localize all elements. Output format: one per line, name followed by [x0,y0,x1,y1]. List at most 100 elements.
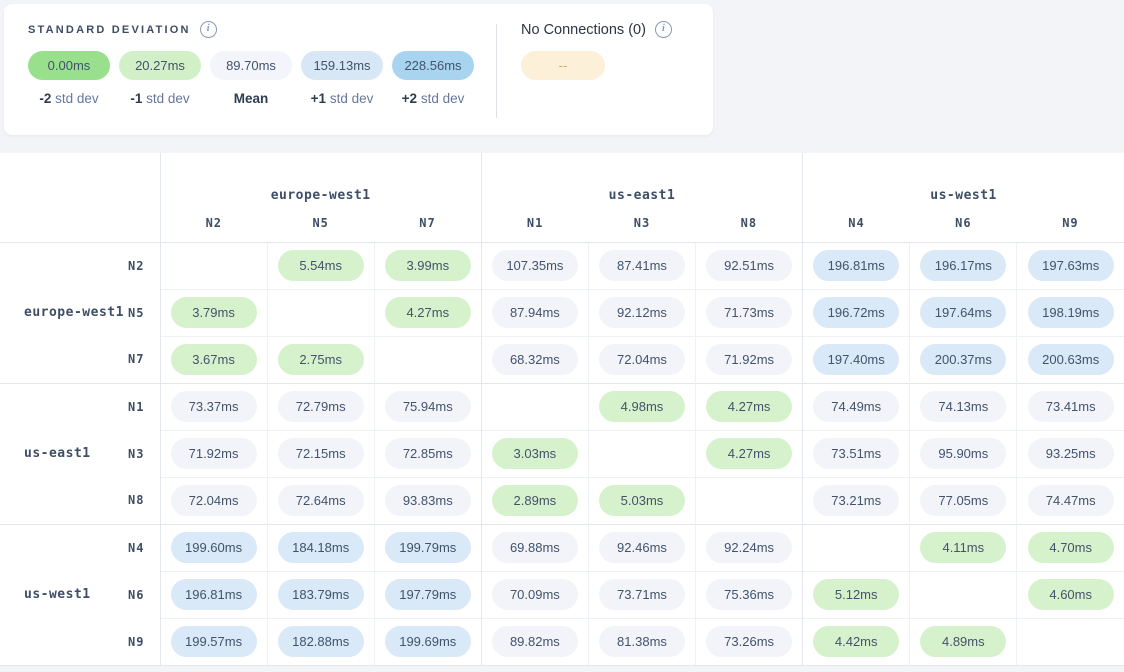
latency-value-pill: 72.04ms [171,485,257,516]
row-header: N4 [0,524,160,571]
latency-value-pill: 196.81ms [171,579,257,610]
latency-cell-self [267,289,374,336]
legend-item: 20.27ms-1 std dev [119,51,201,106]
latency-value-pill: 2.75ms [278,344,364,375]
latency-cell: 5.54ms [267,242,374,289]
latency-cell: 72.64ms [267,477,374,524]
latency-value-pill: 200.37ms [920,344,1006,375]
latency-value-pill: 199.69ms [385,626,471,657]
latency-cell: 199.60ms [160,524,267,571]
latency-value-pill: 75.94ms [385,391,471,422]
region-column-header: us-west1 [803,153,1124,205]
legend-item: 228.56ms+2 std dev [392,51,474,106]
legend-label: Mean [210,91,292,106]
info-icon[interactable]: i [200,21,217,38]
node-column-header: N7 [374,205,481,242]
latency-cell: 3.79ms [160,289,267,336]
legend-label: +2 std dev [392,91,474,106]
latency-cell: 199.69ms [374,618,481,665]
legend-label: -1 std dev [119,91,201,106]
latency-value-pill: 81.38ms [599,626,685,657]
latency-cell: 2.89ms [481,477,588,524]
latency-cell: 200.37ms [910,336,1017,383]
legend-pill-row: 0.00ms-2 std dev20.27ms-1 std dev89.70ms… [28,51,474,106]
legend-card: STANDARD DEVIATION i 0.00ms-2 std dev20.… [4,4,713,135]
node-row-label: N1 [128,400,144,414]
latency-value-pill: 89.82ms [492,626,578,657]
latency-value-pill: 73.51ms [813,438,899,469]
latency-cell: 4.11ms [910,524,1017,571]
latency-cell: 3.99ms [374,242,481,289]
latency-cell: 199.57ms [160,618,267,665]
std-dev-legend: STANDARD DEVIATION i 0.00ms-2 std dev20.… [28,21,474,121]
no-connections-pill: -- [521,51,605,80]
latency-value-pill: 184.18ms [278,532,364,563]
latency-cell: 74.49ms [803,383,910,430]
latency-cell-self [481,383,588,430]
latency-value-pill: 95.90ms [920,438,1006,469]
latency-cell: 182.88ms [267,618,374,665]
latency-cell: 196.72ms [803,289,910,336]
latency-value-pill: 199.57ms [171,626,257,657]
latency-cell: 73.21ms [803,477,910,524]
latency-cell: 81.38ms [588,618,695,665]
latency-cell: 72.85ms [374,430,481,477]
latency-cell: 4.42ms [803,618,910,665]
matrix-row: N73.67ms2.75ms68.32ms72.04ms71.92ms197.4… [0,336,1124,383]
latency-value-pill: 71.73ms [706,297,792,328]
latency-cell: 71.73ms [696,289,803,336]
latency-value-pill: 4.27ms [385,297,471,328]
region-row-label: europe-west1 [24,305,124,320]
latency-value-pill: 92.12ms [599,297,685,328]
node-column-header: N2 [160,205,267,242]
node-column-header: N9 [1017,205,1124,242]
latency-cell-self [910,571,1017,618]
node-column-header: N1 [481,205,588,242]
latency-value-pill: 196.17ms [920,250,1006,281]
node-column-header: N4 [803,205,910,242]
latency-cell: 92.51ms [696,242,803,289]
latency-cell-self [1017,618,1124,665]
latency-cell: 74.13ms [910,383,1017,430]
latency-value-pill: 182.88ms [278,626,364,657]
latency-cell: 199.79ms [374,524,481,571]
latency-value-pill: 87.41ms [599,250,685,281]
matrix-row: N173.37ms72.79ms75.94ms4.98ms4.27ms74.49… [0,383,1124,430]
latency-cell: 4.27ms [374,289,481,336]
region-row-label: us-east1 [24,446,91,461]
latency-value-pill: 73.71ms [599,579,685,610]
latency-cell: 3.67ms [160,336,267,383]
matrix-corner-cell [0,153,160,242]
latency-value-pill: 73.37ms [171,391,257,422]
latency-cell: 93.25ms [1017,430,1124,477]
no-connections-title: No Connections (0) [521,22,646,38]
latency-cell: 77.05ms [910,477,1017,524]
latency-value-pill: 3.99ms [385,250,471,281]
latency-cell: 95.90ms [910,430,1017,477]
latency-value-pill: 75.36ms [706,579,792,610]
latency-cell: 184.18ms [267,524,374,571]
latency-value-pill: 92.51ms [706,250,792,281]
latency-value-pill: 4.60ms [1028,579,1114,610]
latency-value-pill: 199.79ms [385,532,471,563]
latency-cell: 72.15ms [267,430,374,477]
region-column-header: europe-west1 [160,153,481,205]
latency-value-pill: 72.04ms [599,344,685,375]
latency-value-pill: 3.67ms [171,344,257,375]
latency-cell: 4.27ms [696,383,803,430]
latency-cell: 5.03ms [588,477,695,524]
row-header: N2 [0,242,160,289]
region-row-label: us-west1 [24,587,91,602]
matrix-row: N872.04ms72.64ms93.83ms2.89ms5.03ms73.21… [0,477,1124,524]
info-icon[interactable]: i [655,21,672,38]
latency-cell: 107.35ms [481,242,588,289]
latency-cell: 71.92ms [696,336,803,383]
latency-value-pill: 197.63ms [1028,250,1114,281]
latency-value-pill: 72.15ms [278,438,364,469]
matrix-row: N4199.60ms184.18ms199.79ms69.88ms92.46ms… [0,524,1124,571]
region-column-header: us-east1 [481,153,802,205]
latency-cell: 72.04ms [588,336,695,383]
latency-value-pill: 183.79ms [278,579,364,610]
matrix-row: N9199.57ms182.88ms199.69ms89.82ms81.38ms… [0,618,1124,665]
latency-value-pill: 92.46ms [599,532,685,563]
